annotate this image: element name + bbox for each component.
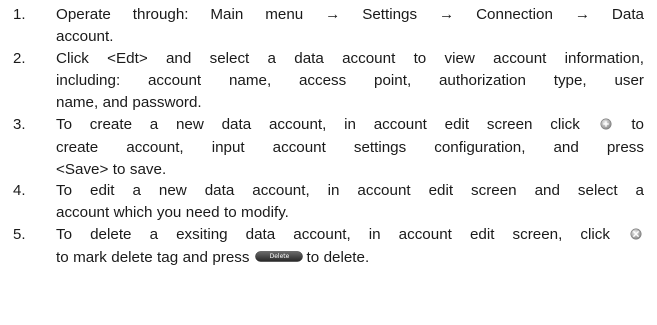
step-line-part: To create a new data account, in account… (56, 116, 580, 133)
step-number: 4. (13, 182, 26, 199)
delete-button-image: Delete (255, 251, 304, 262)
step-text: Click <Edt> and select a data account to… (56, 48, 644, 113)
step-line: To create a new data account, in account… (56, 114, 644, 137)
step-text: Operate through: Main menu → Settings → … (56, 4, 644, 48)
instruction-document: 1. Operate through: Main menu → Settings… (0, 0, 657, 325)
step-line: create account, input account settings c… (56, 138, 644, 156)
step-number: 1. (13, 6, 26, 23)
step-line: To edit a new data account, in account e… (56, 182, 644, 199)
step-line: account. (56, 27, 114, 45)
step-line: name, and password. (56, 93, 202, 111)
step-text: To create a new data account, in account… (56, 114, 644, 180)
step-line-part: to (631, 116, 644, 133)
delete-button-label: Delete (269, 252, 290, 260)
step-number: 5. (13, 226, 26, 243)
step-number: 3. (13, 116, 26, 133)
step-line: <Save> to save. (56, 160, 167, 178)
step-line: Click <Edt> and select a data account to… (56, 50, 644, 67)
step-text: To delete a exsiting data account, in ac… (56, 224, 644, 269)
step-number: 2. (13, 50, 26, 67)
step-line: To delete a exsiting data account, in ac… (56, 224, 644, 247)
step-line: Operate through: Main menu → Settings → … (56, 6, 644, 23)
step-line: including: account name, access point, a… (56, 71, 644, 89)
step-line-part: to mark delete tag and press (56, 248, 250, 266)
add-circle-icon (600, 115, 612, 137)
step-line-part: To delete a exsiting data account, in ac… (56, 226, 610, 243)
delete-mark-icon (630, 225, 642, 247)
step-line-part: to delete. (306, 248, 370, 266)
step-line: to mark delete tag and press Delete to del… (56, 247, 644, 269)
step-line: account which you need to modify. (56, 203, 289, 221)
step-text: To edit a new data account, in account e… (56, 180, 644, 224)
